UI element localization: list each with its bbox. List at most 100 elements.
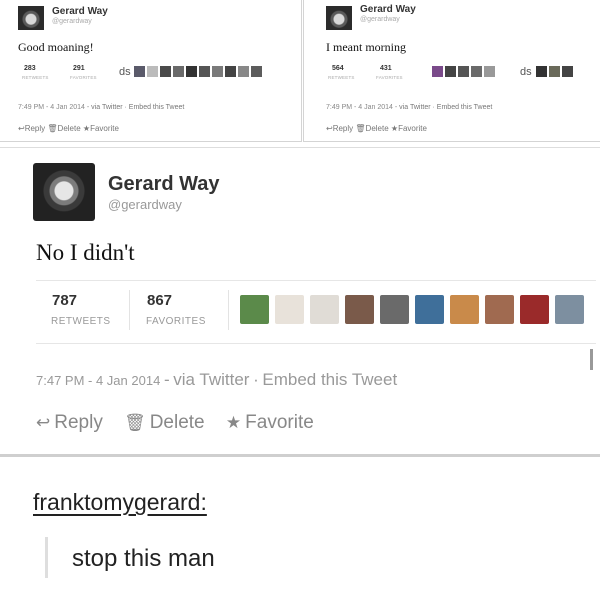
favoriter-avatar[interactable] [415,295,444,324]
tweet-author-name[interactable]: Gerard Way [108,173,220,196]
post-username-link[interactable]: franktomygerard: [33,489,207,516]
favoriter-avatar[interactable] [484,66,495,77]
avatar[interactable] [18,6,44,30]
tweet-author-handle[interactable]: @gerardway [52,18,92,25]
favorite-button[interactable]: ★Favorite [391,124,427,133]
favoriter-badge[interactable]: ds [119,66,131,78]
reply-button[interactable]: ↩Reply [36,412,103,434]
favoriter-avatars [134,66,262,77]
favorites-label: FAVORITES [146,316,206,327]
star-icon: ★ [82,124,91,133]
embed-link[interactable]: Embed this Tweet [262,370,397,389]
tweet-date[interactable]: 7:47 PM - 4 Jan 2014 [36,373,160,388]
quote-bar [45,537,48,578]
divider [129,290,130,330]
reply-icon: ↩ [326,124,333,133]
tweet-card-meant-morning: Gerard Way @gerardway I meant morning 56… [303,0,600,142]
post-comment: stop this man [72,545,215,572]
retweets-label: RETWEETS [328,75,355,80]
tweet-meta: 7:49 PM - 4 Jan 2014 - via Twitter · Emb… [326,104,493,111]
embed-link[interactable]: Embed this Tweet [129,104,185,111]
favoriter-avatar[interactable] [186,66,197,77]
tweet-card-good-moaning: Gerard Way @gerardway Good moaning! 283 … [0,0,302,142]
tweet-author-handle[interactable]: @gerardway [108,197,182,212]
tweet-author-name[interactable]: Gerard Way [360,4,416,15]
favoriter-avatar[interactable] [471,66,482,77]
delete-button[interactable]: 🗑Delete [124,412,205,434]
favorite-count[interactable]: 867 [147,292,172,309]
scrollbar[interactable] [590,349,593,370]
favoriter-avatar[interactable] [562,66,573,77]
divider [36,343,596,344]
favoriter-avatar[interactable] [310,295,339,324]
star-icon: ★ [225,413,242,432]
tweet-text: I meant morning [326,40,406,54]
tweet-author-name[interactable]: Gerard Way [52,6,108,17]
trash-icon: 🗑 [124,413,146,432]
favoriter-avatar[interactable] [240,295,269,324]
tweet-text: No I didn't [36,240,135,265]
favoriter-avatar[interactable] [345,295,374,324]
favoriter-avatars [432,66,495,77]
favoriter-avatars [240,295,584,324]
favoriter-avatar[interactable] [160,66,171,77]
favoriter-avatar[interactable] [450,295,479,324]
favorites-label: FAVORITES [376,75,403,80]
tweet-date[interactable]: 7:49 PM - 4 Jan 2014 [18,104,85,111]
favoriter-avatar[interactable] [225,66,236,77]
favoriter-avatar[interactable] [520,295,549,324]
tweet-actions: ↩Reply 🗑Delete ★Favorite [326,124,427,133]
favoriter-avatar[interactable] [199,66,210,77]
avatar[interactable] [33,163,95,221]
delete-label: Delete [365,124,389,133]
via-link[interactable]: via Twitter [91,104,122,111]
favorite-button[interactable]: ★Favorite [226,412,314,434]
favoriter-avatar[interactable] [549,66,560,77]
tweet-meta: 7:49 PM - 4 Jan 2014 - via Twitter · Emb… [18,104,185,111]
delete-label: Delete [149,412,205,433]
favoriter-avatar[interactable] [251,66,262,77]
reply-icon: ↩ [36,413,51,432]
tweet-author-handle[interactable]: @gerardway [360,16,400,23]
delete-button[interactable]: 🗑Delete [47,124,80,133]
delete-label: Delete [57,124,81,133]
favoriter-avatar[interactable] [445,66,456,77]
tweet-actions: ↩Reply 🗑Delete ★Favorite [18,124,119,133]
favoriter-avatar[interactable] [275,295,304,324]
embed-link[interactable]: Embed this Tweet [437,104,493,111]
favoriter-avatar[interactable] [458,66,469,77]
favoriter-avatar[interactable] [147,66,158,77]
favoriter-avatar[interactable] [485,295,514,324]
favoriter-avatar[interactable] [432,66,443,77]
retweet-count[interactable]: 787 [52,292,77,309]
reply-label: Reply [24,124,46,133]
via-link[interactable]: via Twitter [173,370,249,389]
reply-icon: ↩ [18,124,25,133]
divider [0,454,600,457]
divider [228,290,229,330]
reply-button[interactable]: ↩Reply [326,124,353,133]
favoriter-avatar[interactable] [555,295,584,324]
delete-button[interactable]: 🗑Delete [355,124,388,133]
tweet-date[interactable]: 7:49 PM - 4 Jan 2014 [326,104,393,111]
divider [0,147,600,148]
favoriter-avatar[interactable] [380,295,409,324]
favoriter-badge[interactable]: ds [520,66,532,78]
favoriter-avatar[interactable] [212,66,223,77]
avatar[interactable] [326,6,352,30]
favorite-button[interactable]: ★Favorite [83,124,119,133]
favoriter-avatar[interactable] [134,66,145,77]
reply-label: Reply [54,412,103,433]
tweet-meta: 7:47 PM - 4 Jan 2014 - via Twitter · Emb… [36,370,398,389]
favorite-count: 291 [73,65,85,72]
star-icon: ★ [390,124,399,133]
favoriter-avatar[interactable] [536,66,547,77]
via-link[interactable]: via Twitter [399,104,430,111]
favoriter-avatar[interactable] [238,66,249,77]
reply-button[interactable]: ↩Reply [18,124,45,133]
favorite-label: Favorite [398,124,427,133]
tweet-actions: ↩Reply 🗑Delete ★Favorite [36,412,330,434]
tweet-text: Good moaning! [18,40,94,54]
favoriter-avatar[interactable] [173,66,184,77]
trash-icon: 🗑 [47,124,58,133]
